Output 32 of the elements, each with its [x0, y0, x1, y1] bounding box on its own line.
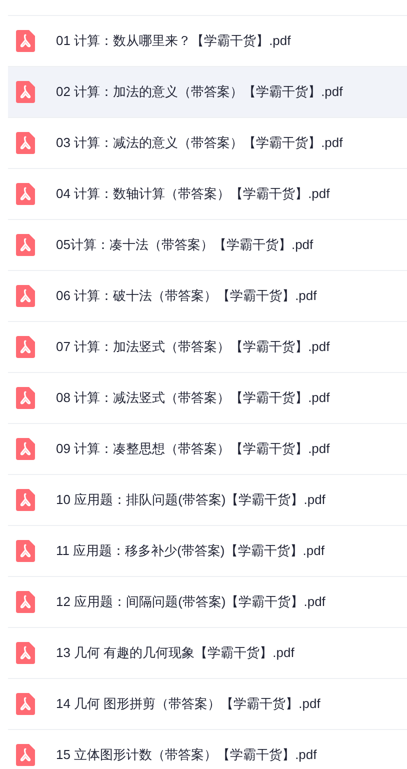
file-name: 06 计算：破十法（带答案）【学霸干货】.pdf — [56, 287, 317, 306]
file-name: 01 计算：数从哪里来？【学霸干货】.pdf — [56, 32, 291, 50]
pdf-icon — [16, 30, 35, 52]
pdf-icon — [16, 132, 35, 154]
pdf-icon — [16, 234, 35, 256]
pdf-icon — [16, 183, 35, 205]
file-row[interactable]: 15 立体图形计数（带答案）【学霸干货】.pdf — [8, 729, 407, 769]
file-name: 09 计算：凑整思想（带答案）【学霸干货】.pdf — [56, 440, 330, 458]
pdf-icon — [16, 81, 35, 103]
file-name: 14 几何 图形拼剪（带答案）【学霸干货】.pdf — [56, 695, 320, 714]
file-name: 04 计算：数轴计算（带答案）【学霸干货】.pdf — [56, 185, 330, 204]
file-name: 12 应用题：间隔问题(带答案)【学霸干货】.pdf — [56, 593, 326, 612]
pdf-icon — [16, 693, 35, 715]
pdf-icon — [16, 591, 35, 613]
file-name: 08 计算：减法竖式（带答案）【学霸干货】.pdf — [56, 389, 330, 408]
pdf-icon — [16, 540, 35, 562]
pdf-icon — [16, 744, 35, 766]
file-name: 15 立体图形计数（带答案）【学霸干货】.pdf — [56, 746, 317, 764]
pdf-icon — [16, 387, 35, 409]
pdf-icon — [16, 336, 35, 358]
file-name: 03 计算：减法的意义（带答案）【学霸干货】.pdf — [56, 134, 343, 152]
file-name: 11 应用题：移多补少(带答案)【学霸干货】.pdf — [56, 542, 324, 560]
pdf-icon — [16, 285, 35, 307]
file-name: 10 应用题：排队问题(带答案)【学霸干货】.pdf — [56, 491, 326, 510]
pdf-icon — [16, 489, 35, 511]
file-row[interactable]: 02 计算：加法的意义（带答案）【学霸干货】.pdf — [8, 66, 407, 117]
file-name: 07 计算：加法竖式（带答案）【学霸干货】.pdf — [56, 338, 330, 356]
pdf-icon — [16, 438, 35, 460]
pdf-icon — [16, 642, 35, 664]
file-name: 13 几何 有趣的几何现象【学霸干货】.pdf — [56, 644, 294, 662]
file-name: 02 计算：加法的意义（带答案）【学霸干货】.pdf — [56, 83, 343, 102]
file-name: 05计算：凑十法（带答案）【学霸干货】.pdf — [56, 236, 314, 254]
